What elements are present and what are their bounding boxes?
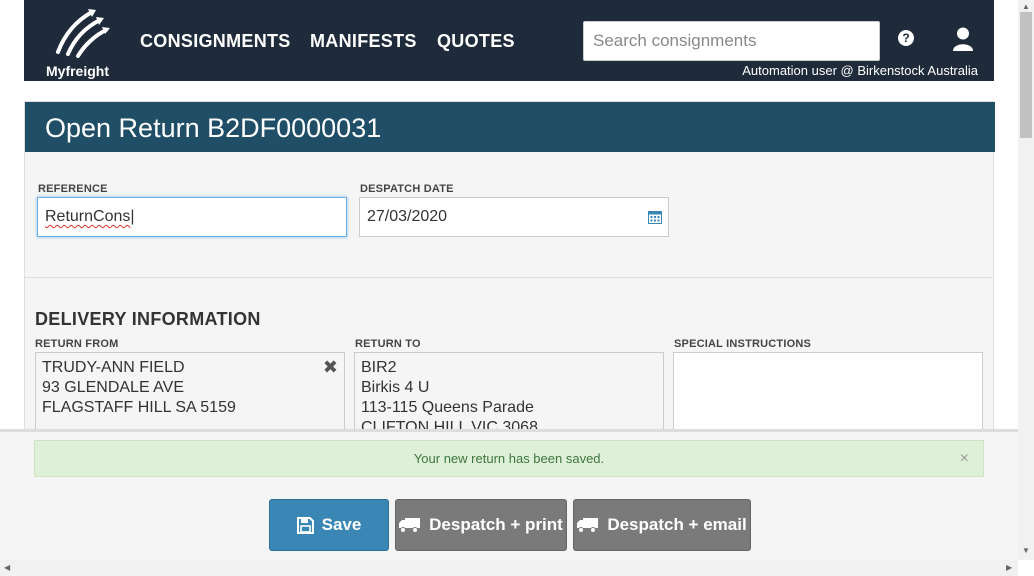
truck-icon xyxy=(399,518,421,533)
return-from-line: 93 GLENDALE AVE xyxy=(42,379,184,396)
user-icon[interactable] xyxy=(952,27,974,51)
return-to-line: BIR2 xyxy=(361,359,397,376)
return-from-box[interactable]: TRUDY-ANN FIELD 93 GLENDALE AVE FLAGSTAF… xyxy=(35,352,345,432)
nav-manifests[interactable]: MANIFESTS xyxy=(310,31,417,52)
floppy-disk-icon xyxy=(296,516,314,534)
help-icon[interactable]: ? xyxy=(898,30,914,46)
despatch-print-label: Despatch + print xyxy=(429,515,563,534)
despatch-print-button[interactable]: Despatch + print xyxy=(395,499,567,551)
current-user-label: Automation user @ Birkenstock Australia xyxy=(742,63,978,78)
top-navbar: Myfreight CONSIGNMENTS MANIFESTS QUOTES … xyxy=(24,0,994,81)
scroll-right-arrow-icon[interactable]: ▶ xyxy=(1006,563,1012,572)
save-label: Save xyxy=(321,515,362,534)
return-to-box[interactable]: BIR2 Birkis 4 U 113-115 Queens Parade CL… xyxy=(354,352,664,432)
save-button[interactable]: Save xyxy=(269,499,389,551)
calendar-icon[interactable] xyxy=(648,210,662,224)
search-input[interactable] xyxy=(583,21,880,61)
return-to-line: 113-115 Queens Parade xyxy=(361,399,534,416)
alert-close-icon[interactable]: × xyxy=(960,441,969,476)
success-alert: Your new return has been saved. × xyxy=(34,440,984,477)
despatch-email-label: Despatch + email xyxy=(607,515,747,534)
special-instructions-label: SPECIAL INSTRUCTIONS xyxy=(674,338,812,350)
return-from-label: RETURN FROM xyxy=(35,338,119,350)
page-title: Open Return B2DF0000031 xyxy=(45,113,382,143)
logo-mark-icon xyxy=(56,9,110,58)
section-divider xyxy=(25,277,993,278)
delivery-information-title: DELIVERY INFORMATION xyxy=(35,309,261,329)
return-to-line: Birkis 4 U xyxy=(361,379,430,396)
horizontal-scrollbar[interactable] xyxy=(0,560,1018,576)
alert-message: Your new return has been saved. xyxy=(413,451,605,466)
return-from-line: FLAGSTAFF HILL SA 5159 xyxy=(42,399,236,416)
brand-logo[interactable]: Myfreight xyxy=(44,6,120,79)
action-bar: Your new return has been saved. × Save D… xyxy=(0,429,1018,560)
vertical-scroll-thumb[interactable] xyxy=(1020,12,1032,138)
scroll-down-arrow-icon[interactable]: ▼ xyxy=(1022,546,1030,555)
reference-input[interactable]: ReturnCons| xyxy=(37,197,347,237)
despatch-date-input[interactable]: 27/03/2020 xyxy=(359,197,669,237)
scroll-left-arrow-icon[interactable]: ◀ xyxy=(4,563,10,572)
brand-name: Myfreight xyxy=(46,63,109,79)
reference-label: REFERENCE xyxy=(38,183,108,195)
despatch-date-label: DESPATCH DATE xyxy=(360,183,454,195)
reference-value: ReturnCons xyxy=(45,208,131,225)
despatch-date-value: 27/03/2020 xyxy=(367,208,448,225)
return-to-label: RETURN TO xyxy=(355,338,421,350)
truck-icon xyxy=(577,518,599,533)
nav-quotes[interactable]: QUOTES xyxy=(437,31,515,52)
nav-consignments[interactable]: CONSIGNMENTS xyxy=(140,31,291,52)
return-from-line: TRUDY-ANN FIELD xyxy=(42,359,185,376)
special-instructions-input[interactable] xyxy=(673,352,983,432)
panel-header: Open Return B2DF0000031 xyxy=(25,102,995,152)
clear-address-icon[interactable]: ✖ xyxy=(323,358,338,376)
scroll-up-arrow-icon[interactable]: ▲ xyxy=(1022,2,1030,11)
despatch-email-button[interactable]: Despatch + email xyxy=(573,499,751,551)
